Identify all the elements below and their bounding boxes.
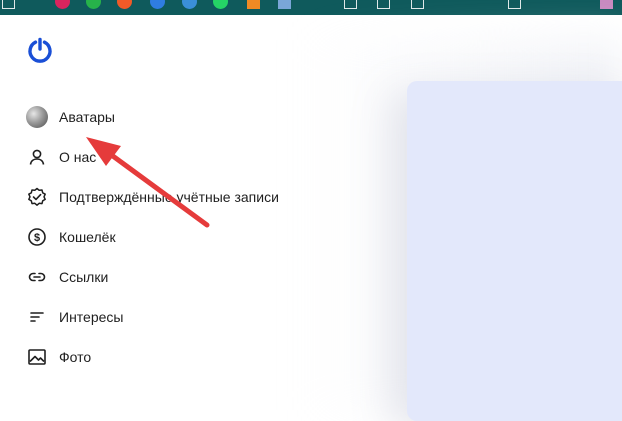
whatsapp-icon[interactable] [213,0,228,9]
taskbar-app-icon[interactable] [344,0,357,9]
sidebar-item-label: Фото [59,349,92,365]
interests-lines-icon [26,306,48,328]
taskbar-app-icon[interactable] [150,0,165,9]
taskbar-app-icon[interactable] [508,0,521,9]
power-logo-icon[interactable] [27,37,53,63]
taskbar-app-icon[interactable] [278,0,291,9]
taskbar-app-icon[interactable] [86,0,101,9]
taskbar-app-icon[interactable] [411,0,424,9]
sidebar-item-label: Ссылки [59,269,109,285]
sidebar-item-verified-accounts[interactable]: Подтверждённые учётные записи [26,177,326,217]
sidebar-item-interests[interactable]: Интересы [26,297,326,337]
preview-panel [407,81,622,421]
taskbar-app-icon[interactable] [377,0,390,9]
link-icon [26,266,48,288]
sidebar-item-wallet[interactable]: $ Кошелёк [26,217,326,257]
avatar [26,106,48,128]
sidebar-item-avatars[interactable]: Аватары [26,97,326,137]
taskbar [0,0,622,15]
sidebar-item-links[interactable]: Ссылки [26,257,326,297]
sidebar-item-label: Аватары [59,109,115,125]
user-icon [26,146,48,168]
taskbar-app-icon[interactable] [55,0,70,9]
taskbar-app-icon[interactable] [182,0,197,9]
taskbar-app-icon[interactable] [117,0,132,9]
sidebar-item-label: О нас [59,149,97,165]
image-icon [26,346,48,368]
taskbar-icon-grid[interactable] [2,0,15,9]
sidebar-item-label: Кошелёк [59,229,116,245]
svg-text:$: $ [34,232,40,244]
dollar-coin-icon: $ [26,226,48,248]
sidebar-item-label: Интересы [59,309,124,325]
sidebar-item-label: Подтверждённые учётные записи [59,189,279,205]
sidebar-item-about[interactable]: О нас [26,137,326,177]
taskbar-app-icon[interactable] [600,0,613,9]
verified-badge-icon [26,186,48,208]
sidebar-item-photo[interactable]: Фото [26,337,326,377]
taskbar-app-icon[interactable] [247,0,260,9]
